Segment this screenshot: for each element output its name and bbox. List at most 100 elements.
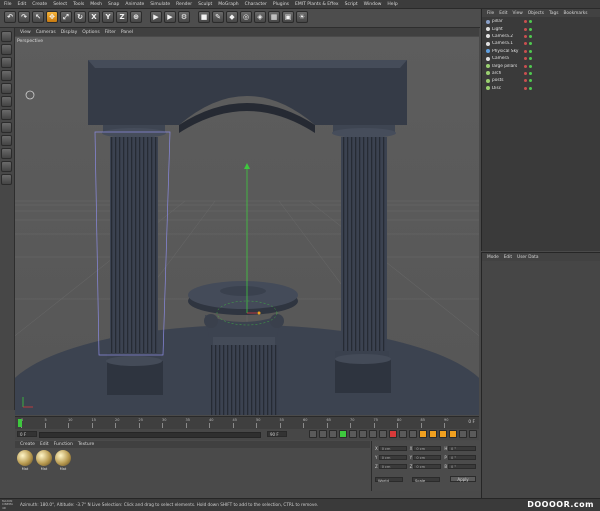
material-menu-item[interactable]: Edit [40, 442, 49, 447]
apply-button[interactable]: Apply [450, 476, 476, 482]
attribute-manager-menu-item[interactable]: Edit [504, 255, 512, 260]
viewport[interactable]: Perspective [15, 37, 479, 415]
object-manager-menu-item[interactable]: Bookmarks [563, 11, 587, 16]
undo-icon[interactable]: ↶ [4, 11, 16, 23]
visibility-flag-icon[interactable] [524, 34, 527, 38]
object-row[interactable]: Camera.2 [482, 33, 600, 40]
object-manager-menu-item[interactable]: File [487, 11, 494, 16]
next-frame-icon[interactable] [349, 430, 357, 438]
object-row[interactable]: Disc [482, 85, 600, 92]
object-manager-menu-item[interactable]: Objects [528, 11, 544, 16]
menu-item[interactable]: Create [32, 2, 47, 7]
menu-item[interactable]: Mesh [90, 2, 102, 7]
check-flag-icon[interactable] [529, 79, 532, 83]
move-icon[interactable]: ✥ [46, 11, 58, 23]
material-menu-item[interactable]: Create [20, 442, 35, 447]
check-flag-icon[interactable] [529, 86, 532, 90]
autokey-icon[interactable] [399, 430, 407, 438]
visibility-flag-icon[interactable] [524, 71, 527, 75]
deformer-icon[interactable]: ◈ [254, 11, 266, 23]
coord-field[interactable]: 0 cm [413, 455, 442, 460]
check-flag-icon[interactable] [529, 57, 532, 61]
workplane-icon[interactable] [1, 70, 12, 81]
visibility-flag-icon[interactable] [524, 27, 527, 31]
menu-item[interactable]: Snap [108, 2, 119, 7]
render-settings-icon[interactable]: ⚙ [178, 11, 190, 23]
menu-item[interactable]: MoGraph [218, 2, 238, 7]
visibility-flag-icon[interactable] [524, 86, 527, 90]
record-icon[interactable] [389, 430, 397, 438]
menu-item[interactable]: Edit [18, 2, 27, 7]
visibility-flag-icon[interactable] [524, 49, 527, 53]
menu-item[interactable]: Simulate [150, 2, 170, 7]
check-flag-icon[interactable] [529, 42, 532, 46]
render-pic-icon[interactable]: ▶ [164, 11, 176, 23]
material-menu-item[interactable]: Texture [78, 442, 94, 447]
coord-mode-select[interactable]: World [375, 477, 403, 483]
coord-field[interactable]: 0 cm [413, 464, 442, 469]
texture-mode-icon[interactable] [1, 57, 12, 68]
prev-key-icon[interactable] [319, 430, 327, 438]
object-manager-menu-item[interactable]: Edit [499, 11, 507, 16]
material-menu-item[interactable]: Function [54, 442, 73, 447]
menu-item[interactable]: Sculpt [198, 2, 212, 7]
lock-icon[interactable] [1, 161, 12, 172]
attribute-manager-menu-item[interactable]: Mode [487, 255, 499, 260]
material-swatch[interactable] [17, 450, 33, 466]
viewport-menu-item[interactable]: Display [61, 30, 78, 35]
pos-key-icon[interactable] [419, 430, 427, 438]
menu-item[interactable]: Animate [125, 2, 144, 7]
check-flag-icon[interactable] [529, 64, 532, 68]
points-mode-icon[interactable] [1, 83, 12, 94]
make-editable-icon[interactable] [1, 31, 12, 42]
check-flag-icon[interactable] [529, 34, 532, 38]
check-flag-icon[interactable] [529, 49, 532, 53]
model-mode-icon[interactable] [1, 44, 12, 55]
timeline-playhead[interactable] [18, 419, 22, 427]
menu-item[interactable]: EMIT Plants & Effex [295, 2, 339, 7]
keyframe-sel-icon[interactable] [409, 430, 417, 438]
menu-item[interactable]: Select [53, 2, 67, 7]
x-axis-icon[interactable]: X [88, 11, 100, 23]
tweak-icon[interactable] [1, 135, 12, 146]
viewport-menu-item[interactable]: Options [82, 30, 99, 35]
menu-item[interactable]: Help [387, 2, 397, 7]
menu-item[interactable]: Render [176, 2, 192, 7]
pen-icon[interactable]: ✎ [212, 11, 224, 23]
object-row[interactable]: Camera [482, 55, 600, 62]
subdivision-icon[interactable]: ◆ [226, 11, 238, 23]
menu-item[interactable]: Script [345, 2, 358, 7]
coord-field[interactable]: 0 cm [378, 464, 407, 469]
object-row[interactable]: Camera.1 [482, 40, 600, 47]
play-icon[interactable] [339, 430, 347, 438]
scheme-icon[interactable] [469, 430, 477, 438]
camera-icon[interactable]: ▣ [282, 11, 294, 23]
size-mode-select[interactable]: Scale [412, 477, 440, 483]
rotate-icon[interactable]: ↻ [74, 11, 86, 23]
world-coord-icon[interactable]: ⊕ [130, 11, 142, 23]
polygons-mode-icon[interactable] [1, 109, 12, 120]
axis-mode-icon[interactable] [1, 122, 12, 133]
check-flag-icon[interactable] [529, 20, 532, 24]
floor-icon[interactable]: ▦ [268, 11, 280, 23]
coord-field[interactable]: 0 cm [378, 455, 407, 460]
frame-start-field[interactable]: 0 F [17, 431, 37, 437]
edges-mode-icon[interactable] [1, 96, 12, 107]
render-view-icon[interactable]: ▶ [150, 11, 162, 23]
object-row[interactable]: arch [482, 70, 600, 77]
visibility-flag-icon[interactable] [524, 57, 527, 61]
left-column[interactable] [102, 125, 166, 395]
object-row[interactable]: Physical Sky [482, 48, 600, 55]
array-icon[interactable]: ◎ [240, 11, 252, 23]
visibility-flag-icon[interactable] [524, 64, 527, 68]
z-axis-icon[interactable]: Z [116, 11, 128, 23]
visibility-flag-icon[interactable] [524, 42, 527, 46]
last-frame-icon[interactable] [369, 430, 377, 438]
light-icon[interactable]: ☀ [296, 11, 308, 23]
object-row[interactable]: pillar [482, 18, 600, 25]
menu-item[interactable]: Plugins [273, 2, 289, 7]
visibility-flag-icon[interactable] [524, 79, 527, 83]
select-icon[interactable]: ↖ [32, 11, 44, 23]
next-key-icon[interactable] [359, 430, 367, 438]
viewport-menu-item[interactable]: View [20, 30, 31, 35]
